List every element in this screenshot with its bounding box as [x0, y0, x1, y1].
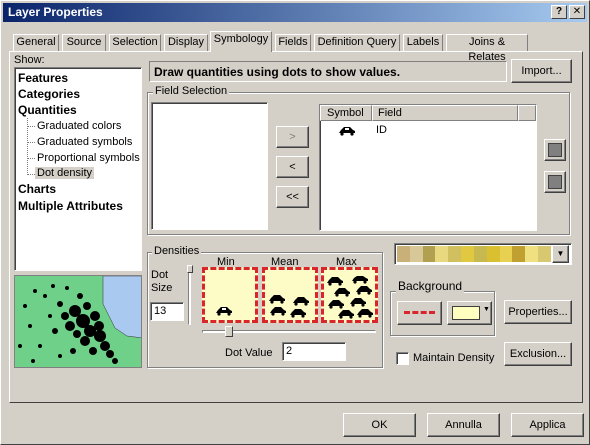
tree-connector [27, 126, 35, 127]
tree-multiple-attributes[interactable]: Multiple Attributes [18, 199, 123, 213]
column-header-field[interactable]: Field [372, 105, 518, 121]
dot-size-slider-thumb[interactable] [187, 265, 193, 273]
field-selection-legend: Field Selection [153, 85, 230, 97]
renderer-description: Draw quantities using dots to show value… [154, 65, 401, 79]
tree-dot-density[interactable]: Dot density [35, 167, 95, 179]
apply-button[interactable]: Applica [511, 413, 584, 437]
color-ramp-cell [538, 246, 551, 262]
add-field-button[interactable]: > [276, 126, 309, 148]
layer-properties-window: Layer Properties ? ✕ General Source Sele… [0, 0, 590, 445]
car-icon [338, 126, 356, 139]
color-ramp-dropdown[interactable]: ▼ [394, 243, 572, 265]
color-ramp-cell [435, 246, 449, 262]
chevron-down-icon[interactable]: ▼ [552, 245, 569, 263]
tree-categories[interactable]: Categories [18, 87, 80, 101]
close-button[interactable]: ✕ [569, 5, 585, 19]
dot-size-slider-track[interactable] [188, 267, 191, 325]
field-name: ID [376, 124, 387, 136]
renderer-tree[interactable]: Features Categories Quantities Graduated… [14, 67, 142, 271]
dot-size-label: Dot Size [151, 269, 173, 294]
selected-fields-list[interactable]: Symbol Field ID [319, 104, 537, 231]
chevron-down-icon: ▼ [483, 306, 490, 313]
tree-charts[interactable]: Charts [18, 182, 56, 196]
color-ramp-cell [473, 246, 487, 262]
densities-legend: Densities [152, 245, 202, 257]
field-color-button-2[interactable] [544, 171, 566, 193]
cancel-button[interactable]: Annulla [427, 413, 500, 437]
density-slider-thumb[interactable] [225, 326, 233, 337]
color-ramp-preview [397, 246, 551, 262]
column-header-symbol[interactable]: Symbol [320, 105, 372, 121]
tree-proportional-symbols[interactable]: Proportional symbols [37, 152, 140, 164]
fill-color-swatch [452, 306, 480, 320]
maintain-density-checkbox[interactable] [396, 352, 409, 365]
exclusion-button[interactable]: Exclusion... [504, 342, 572, 366]
dot-size-input[interactable]: 13 [150, 302, 184, 321]
tree-features[interactable]: Features [18, 71, 68, 85]
dot-value-label: Dot Value [225, 347, 273, 359]
density-swatch-mean [262, 267, 318, 323]
color-ramp-cell [512, 246, 526, 262]
tab-source[interactable]: Source [62, 34, 106, 51]
tab-joins-relates[interactable]: Joins & Relates [446, 34, 528, 63]
remove-field-button[interactable]: < [276, 156, 309, 178]
tab-labels[interactable]: Labels [403, 34, 443, 51]
tree-connector [27, 158, 35, 159]
table-row[interactable]: ID [320, 123, 536, 139]
field-color-button-1[interactable] [544, 139, 566, 161]
color-ramp-cell [397, 246, 410, 262]
tab-definition-query[interactable]: Definition Query [314, 34, 400, 51]
color-ramp-cell [448, 246, 462, 262]
color-ramp-cell [486, 246, 500, 262]
map-preview [14, 275, 142, 368]
density-swatch-max [321, 267, 378, 323]
color-ramp-cell [409, 246, 423, 262]
dot-value-input[interactable]: 2 [282, 342, 346, 361]
tab-display[interactable]: Display [164, 34, 208, 51]
density-swatch-min [202, 267, 258, 323]
tab-selection[interactable]: Selection [109, 34, 161, 51]
properties-button[interactable]: Properties... [504, 300, 572, 324]
remove-all-fields-button[interactable]: << [276, 186, 309, 208]
tab-general[interactable]: General [13, 34, 59, 51]
color-ramp-cell [525, 246, 539, 262]
color-ramp-cell [461, 246, 474, 262]
column-header-blank [518, 105, 536, 121]
tree-graduated-symbols[interactable]: Graduated symbols [37, 136, 132, 148]
renderer-description-box: Draw quantities using dots to show value… [149, 61, 507, 82]
ok-button[interactable]: OK [343, 413, 416, 437]
background-line-button[interactable] [397, 301, 442, 325]
show-label: Show: [14, 54, 45, 66]
help-button[interactable]: ? [551, 5, 567, 19]
window-title: Layer Properties [8, 5, 103, 19]
title-bar[interactable]: Layer Properties ? ✕ [3, 3, 587, 22]
import-button[interactable]: Import... [511, 59, 572, 83]
tree-connector [27, 142, 35, 143]
background-legend: Background [396, 279, 465, 293]
maintain-density-label: Maintain Density [413, 352, 495, 364]
dashed-line-icon [404, 311, 435, 315]
color-ramp-cell [499, 246, 513, 262]
tree-connector [27, 174, 35, 175]
available-fields-list[interactable] [151, 102, 268, 230]
tab-symbology[interactable]: Symbology [210, 31, 272, 52]
tab-fields[interactable]: Fields [275, 34, 311, 51]
background-fill-button[interactable]: ▼ [447, 301, 492, 325]
tree-graduated-colors[interactable]: Graduated colors [37, 120, 121, 132]
tree-quantities[interactable]: Quantities [18, 103, 77, 117]
color-ramp-cell [422, 246, 436, 262]
